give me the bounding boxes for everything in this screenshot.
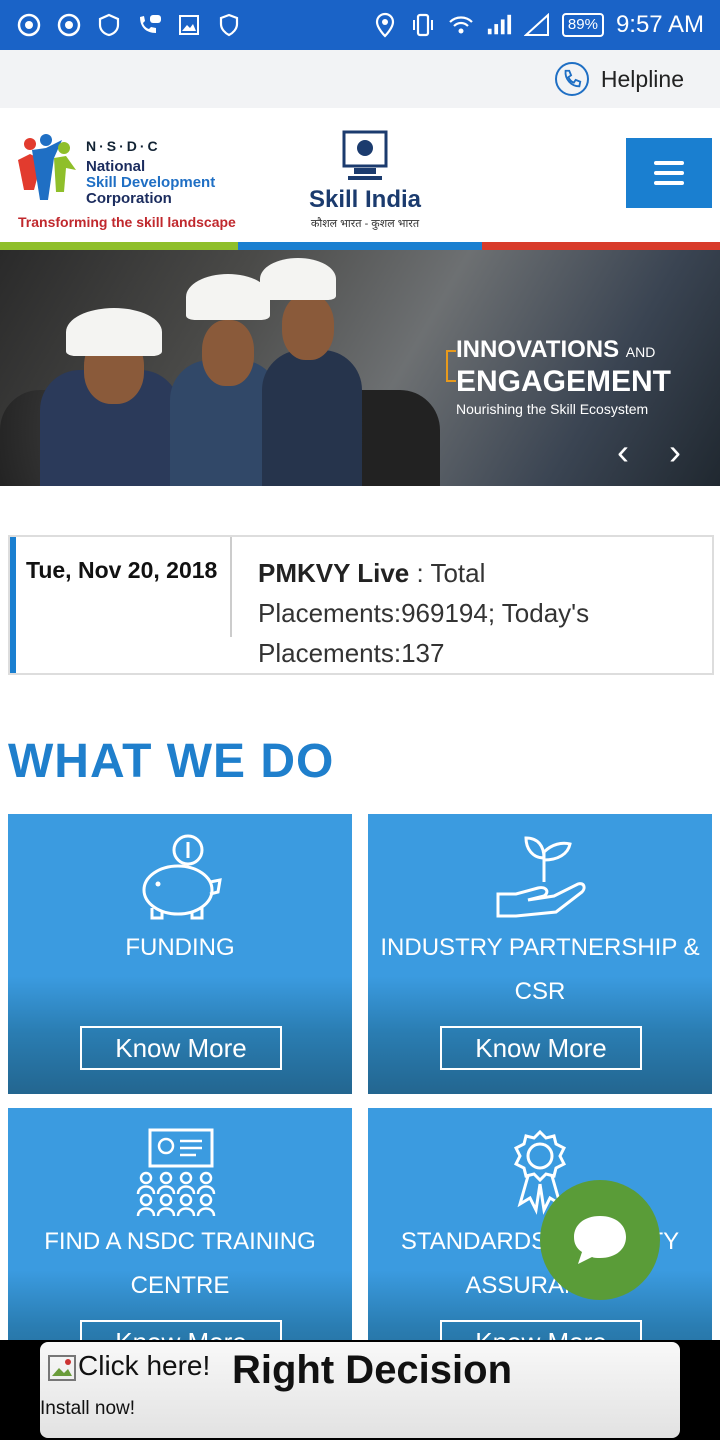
- wifi-icon: [448, 12, 474, 38]
- skill-india-subtitle: कौशल भारत - कुशल भारत: [310, 218, 420, 230]
- nsdc-acronym: N·S·D·C: [86, 138, 161, 154]
- banner-caption: INNOVATIONS AND ENGAGEMENT Nourishing th…: [456, 336, 671, 420]
- menu-bar: [654, 181, 684, 185]
- ad-container[interactable]: Click here! Right Decision Install now!: [40, 1342, 680, 1438]
- site-header: N·S·D·C National Skill Development Corpo…: [0, 108, 720, 250]
- ticker-text[interactable]: PMKVY Live : Total Placements:969194; To…: [258, 553, 698, 673]
- strip-red: [482, 242, 720, 250]
- ad-image-placeholder[interactable]: Click here!: [46, 1350, 210, 1384]
- status-bar: 89% 9:57 AM: [0, 0, 720, 50]
- ad-install-text[interactable]: Install now!: [40, 1398, 135, 1420]
- hamburger-menu-button[interactable]: [626, 138, 712, 208]
- hero-banner[interactable]: INNOVATIONS AND ENGAGEMENT Nourishing th…: [0, 250, 720, 486]
- banner-worker-face: [202, 320, 254, 386]
- shield-icon: [216, 12, 242, 38]
- banner-line1: INNOVATIONS AND: [456, 336, 656, 363]
- menu-bar: [654, 161, 684, 165]
- signal-icon: [486, 12, 512, 38]
- header-color-strip: [0, 242, 720, 250]
- banner-helmet: [66, 308, 162, 356]
- phone-icon[interactable]: [554, 62, 589, 96]
- clock: 9:57 AM: [615, 11, 704, 38]
- card-funding[interactable]: FUNDING Know More: [8, 814, 352, 1094]
- skill-india-logo[interactable]: Skill India कौशल भारत - कुशल भारत: [300, 128, 430, 238]
- piggy-bank-icon: [8, 832, 352, 922]
- card-industry-partnership[interactable]: INDUSTRY PARTNERSHIP & CSR Know More: [368, 814, 712, 1094]
- carousel-prev-icon[interactable]: ‹: [608, 434, 638, 470]
- chat-button[interactable]: [540, 1180, 660, 1300]
- helpline-link[interactable]: Helpline: [601, 66, 684, 93]
- card-title: FUNDING: [125, 934, 235, 961]
- know-more-button[interactable]: Know More: [440, 1026, 642, 1070]
- skill-india-name: Skill India: [308, 186, 422, 213]
- hand-plant-icon: [368, 832, 712, 922]
- skill-india-emblem-icon: [342, 130, 388, 180]
- card-title: FIND A NSDC TRAINING CENTRE: [44, 1228, 316, 1299]
- image-icon: [176, 12, 202, 38]
- nsdc-tagline: Transforming the skill landscape: [18, 214, 236, 230]
- nsdc-name-line2: Skill Development: [86, 174, 216, 191]
- location-icon: [372, 12, 398, 38]
- banner-worker: [262, 350, 362, 486]
- shield-lion-icon: [96, 12, 122, 38]
- banner-helmet: [260, 258, 336, 300]
- battery-indicator: 89%: [561, 13, 604, 37]
- chat-bubble-icon: [574, 1216, 626, 1264]
- know-more-button[interactable]: Know More: [80, 1026, 282, 1070]
- ticker-accent: [10, 537, 16, 673]
- banner-worker-face: [282, 294, 334, 360]
- chrome-icon: [56, 12, 82, 38]
- section-title: WHAT WE DO: [8, 735, 335, 788]
- ticker-date: Tue, Nov 20, 2018: [26, 557, 218, 583]
- strip-green: [0, 242, 238, 250]
- chrome-icon: [16, 12, 42, 38]
- menu-bar: [654, 171, 684, 175]
- page: 89% 9:57 AM Helpline N·S·D·C National Sk…: [0, 0, 720, 1440]
- vibrate-icon: [410, 12, 436, 38]
- banner-helmet: [186, 274, 270, 320]
- banner-line2: ENGAGEMENT: [456, 365, 672, 398]
- nsdc-logo[interactable]: N·S·D·C National Skill Development Corpo…: [10, 130, 240, 240]
- card-title: INDUSTRY PARTNERSHIP & CSR: [380, 934, 700, 1005]
- ad-banner: Click here! Right Decision Install now!: [0, 1340, 720, 1440]
- training-centre-icon: [8, 1126, 352, 1216]
- broken-image-icon: [48, 1354, 76, 1381]
- strip-blue: [238, 242, 482, 250]
- signal-empty-icon: [523, 12, 550, 38]
- nsdc-name-line3: Corporation: [86, 190, 172, 207]
- ticker-divider: [230, 537, 232, 637]
- award-ribbon-icon: [368, 1126, 712, 1216]
- phone-chat-icon: [136, 12, 162, 38]
- helpline-bar: Helpline: [0, 50, 720, 108]
- nsdc-name-line1: National: [86, 158, 146, 175]
- carousel-next-icon[interactable]: ›: [660, 434, 690, 470]
- banner-accent: [446, 350, 456, 382]
- nsdc-figures-icon: [18, 134, 76, 200]
- ad-headline[interactable]: Right Decision: [232, 1348, 512, 1393]
- pmkvy-live-ticker: Tue, Nov 20, 2018 PMKVY Live : Total Pla…: [8, 535, 714, 675]
- banner-line3: Nourishing the Skill Ecosystem: [456, 401, 649, 417]
